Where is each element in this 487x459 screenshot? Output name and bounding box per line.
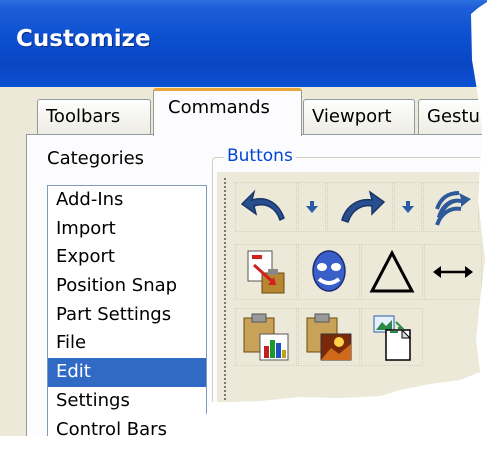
list-item[interactable]: Add-Ins bbox=[48, 186, 206, 215]
paste-image-button[interactable] bbox=[298, 308, 360, 366]
repeat-button[interactable] bbox=[423, 182, 479, 232]
tab-viewport[interactable]: Viewport bbox=[303, 99, 415, 135]
tab-gestures[interactable]: Gestu bbox=[418, 99, 487, 135]
mask-button[interactable] bbox=[298, 244, 360, 300]
double-arrow-icon bbox=[433, 266, 473, 278]
triangle-button[interactable] bbox=[361, 244, 423, 300]
dropdown-arrow-icon bbox=[306, 201, 318, 213]
customize-dialog: Customize Toolbars Commands Viewport Ges… bbox=[0, 0, 487, 436]
toolbar-grip-handle[interactable] bbox=[222, 178, 228, 436]
double-arrow-button[interactable] bbox=[424, 244, 482, 300]
list-item[interactable]: Control Bars bbox=[48, 416, 206, 437]
copy-image-button[interactable] bbox=[361, 308, 423, 366]
copy-image-icon bbox=[373, 315, 412, 361]
paste-chart-icon bbox=[243, 313, 289, 361]
title-bar[interactable]: Customize bbox=[0, 0, 487, 87]
mask-icon bbox=[312, 250, 346, 292]
redo-dropdown-button[interactable] bbox=[394, 182, 422, 232]
repeat-icon bbox=[435, 191, 471, 226]
buttons-group-label: Buttons bbox=[224, 146, 296, 166]
triangle-icon bbox=[369, 250, 415, 293]
undo-button[interactable] bbox=[235, 182, 297, 232]
tab-toolbars[interactable]: Toolbars bbox=[37, 99, 151, 135]
undo-dropdown-button[interactable] bbox=[298, 182, 326, 232]
paste-image-icon bbox=[306, 313, 352, 361]
redo-button[interactable] bbox=[327, 182, 393, 232]
paste-special-icon bbox=[247, 250, 285, 294]
list-item[interactable]: Position Snap bbox=[48, 272, 206, 301]
dropdown-arrow-icon bbox=[402, 201, 414, 213]
list-item[interactable]: Settings bbox=[48, 387, 206, 416]
window-title: Customize bbox=[16, 26, 151, 52]
tab-commands[interactable]: Commands bbox=[153, 88, 302, 136]
redo-icon bbox=[341, 190, 386, 223]
paste-chart-button[interactable] bbox=[235, 308, 297, 366]
list-item[interactable]: Import bbox=[48, 215, 206, 244]
undo-icon bbox=[240, 189, 285, 222]
list-item[interactable]: File bbox=[48, 329, 206, 358]
categories-list[interactable]: Add-Ins Import Export Position Snap Part… bbox=[47, 185, 207, 437]
list-item[interactable]: Part Settings bbox=[48, 301, 206, 330]
list-item-selected[interactable]: Edit bbox=[48, 358, 206, 387]
list-item[interactable]: Export bbox=[48, 243, 206, 272]
paste-special-button[interactable] bbox=[235, 244, 297, 300]
categories-label: Categories bbox=[47, 148, 145, 169]
